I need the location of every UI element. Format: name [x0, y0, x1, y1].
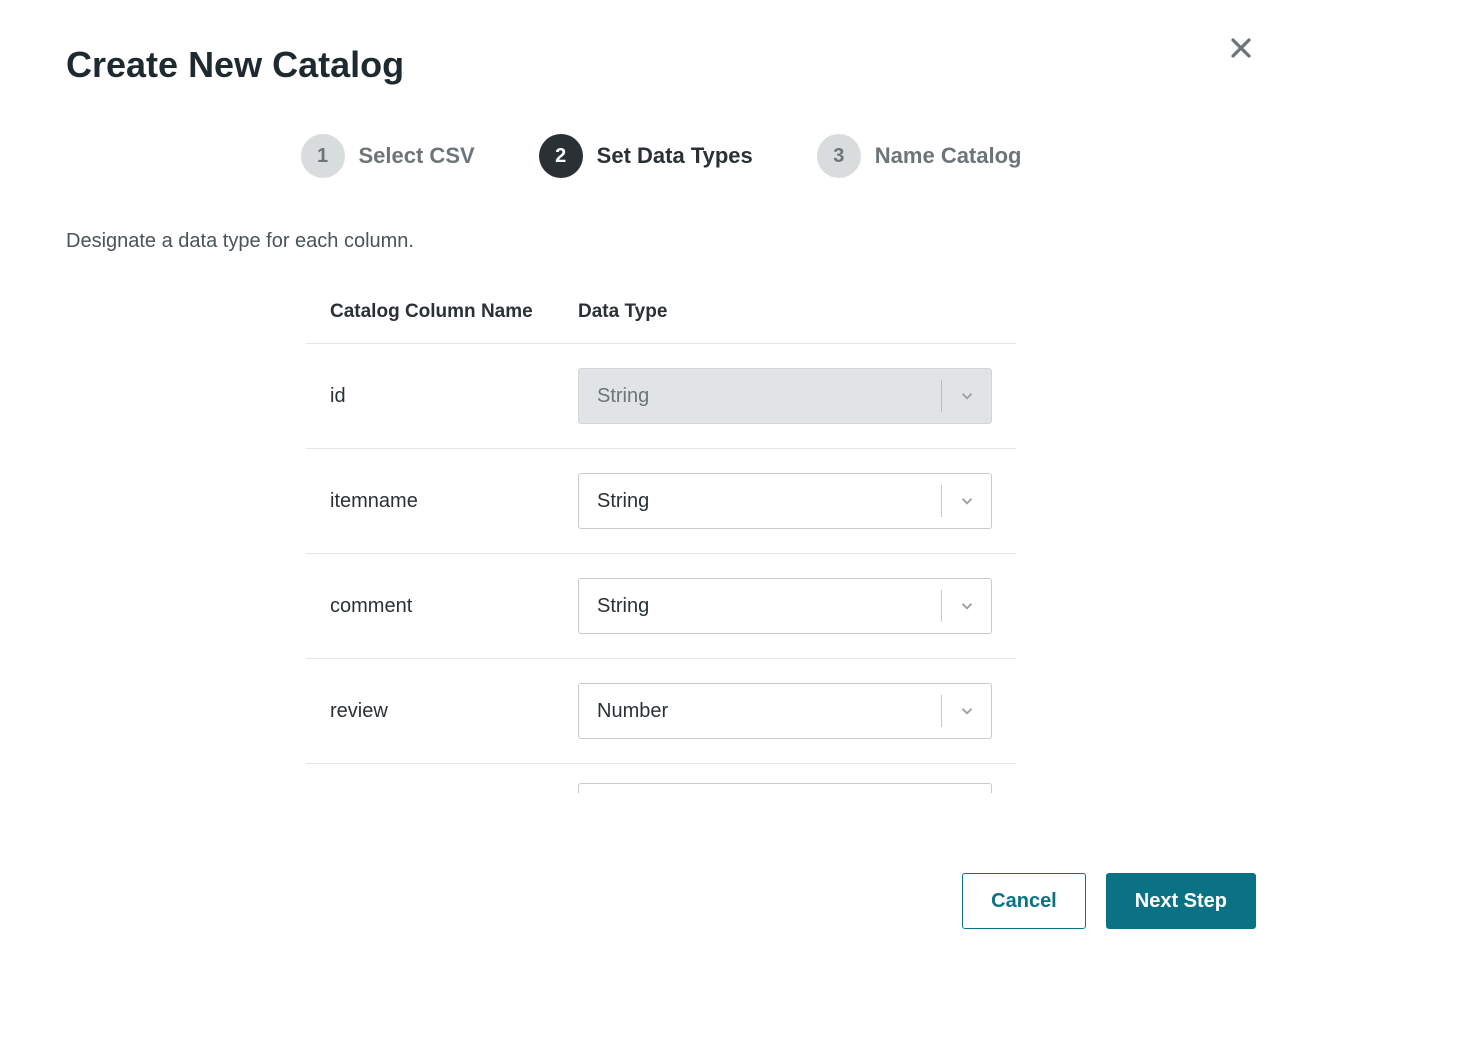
cancel-button[interactable]: Cancel — [962, 873, 1086, 929]
data-type-select-id: String — [578, 368, 992, 424]
instruction-text: Designate a data type for each column. — [66, 230, 1256, 253]
table-row: review Number — [306, 659, 1016, 764]
chevron-down-icon — [958, 387, 976, 405]
stepper: 1 Select CSV 2 Set Data Types 3 Name Cat… — [66, 134, 1256, 178]
step-set-data-types[interactable]: 2 Set Data Types — [539, 134, 753, 178]
column-type-table: Catalog Column Name Data Type id String … — [306, 301, 1016, 801]
column-name: itemname — [330, 490, 578, 513]
step-select-csv[interactable]: 1 Select CSV — [301, 134, 475, 178]
th-data-type: Data Type — [578, 301, 992, 323]
chevron-down-icon — [958, 492, 976, 510]
select-value: String — [579, 595, 941, 618]
modal-title: Create New Catalog — [66, 44, 1256, 86]
column-name: comment — [330, 595, 578, 618]
step-name-catalog[interactable]: 3 Name Catalog — [817, 134, 1022, 178]
table-row: id String — [306, 344, 1016, 449]
create-catalog-modal: Create New Catalog 1 Select CSV 2 Set Da… — [66, 44, 1256, 801]
next-step-button[interactable]: Next Step — [1106, 873, 1256, 929]
chevron-down-icon — [958, 597, 976, 615]
step-label: Select CSV — [359, 143, 475, 169]
data-type-select-next[interactable] — [578, 783, 992, 793]
step-number: 1 — [301, 134, 345, 178]
column-name: id — [330, 385, 578, 408]
select-indicator — [941, 590, 991, 622]
table-header: Catalog Column Name Data Type — [306, 301, 1016, 344]
column-name: review — [330, 700, 578, 723]
select-value: String — [579, 385, 941, 408]
step-label: Set Data Types — [597, 143, 753, 169]
step-number: 2 — [539, 134, 583, 178]
chevron-down-icon — [958, 702, 976, 720]
column-type-scroll-area: Catalog Column Name Data Type id String … — [66, 301, 1256, 801]
select-indicator — [941, 380, 991, 412]
table-row: comment String — [306, 554, 1016, 659]
data-type-select-comment[interactable]: String — [578, 578, 992, 634]
step-number: 3 — [817, 134, 861, 178]
select-indicator — [941, 485, 991, 517]
modal-footer: Cancel Next Step — [962, 873, 1256, 929]
data-type-select-itemname[interactable]: String — [578, 473, 992, 529]
step-label: Name Catalog — [875, 143, 1022, 169]
select-value: String — [579, 490, 941, 513]
th-column-name: Catalog Column Name — [330, 301, 578, 323]
data-type-select-review[interactable]: Number — [578, 683, 992, 739]
table-row: itemname String — [306, 449, 1016, 554]
select-indicator — [941, 695, 991, 727]
select-value: Number — [579, 700, 941, 723]
table-row — [306, 764, 1016, 801]
